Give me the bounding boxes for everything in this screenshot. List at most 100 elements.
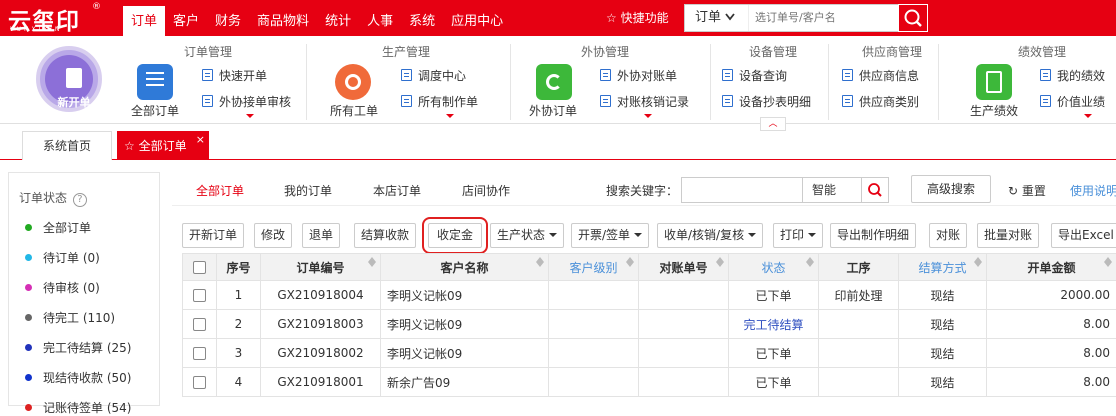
reconcile-record-link[interactable]: 对账核销记录 [600, 93, 689, 111]
subtab-inter-store[interactable]: 店间协作 [462, 182, 510, 199]
dropdown-caret-icon[interactable] [246, 114, 254, 118]
row-checkbox[interactable] [193, 289, 206, 302]
col-header-process[interactable]: 工序 [819, 254, 899, 281]
outsource-statement-link[interactable]: 外协对账单 [600, 67, 677, 85]
dispatch-center-link[interactable]: 调度中心 [401, 67, 466, 85]
table-row[interactable]: 1 GX210918004 李明义记帐09 已下单 印前处理 现结 2000.0… [183, 281, 1116, 310]
all-workorders-label[interactable]: 所有工单 [330, 102, 378, 119]
all-orders-label[interactable]: 全部订单 [131, 102, 179, 119]
row-checkbox[interactable] [193, 376, 206, 389]
cell-status[interactable]: 完工待结算 [729, 310, 819, 339]
tab-home[interactable]: 系统首页 [22, 131, 112, 160]
keyword-search-button[interactable] [861, 177, 889, 203]
receipt-verify-button[interactable]: 收单/核销/复核 [657, 223, 763, 248]
status-pending-review[interactable]: 待审核 (0) [25, 279, 100, 296]
supplier-info-link[interactable]: 供应商信息 [842, 67, 919, 85]
new-order-toolbar-button[interactable]: 开新订单 [182, 223, 244, 248]
subtab-my-orders[interactable]: 我的订单 [284, 182, 332, 199]
global-search-input[interactable] [749, 5, 897, 31]
col-header-customer[interactable]: 客户名称 [381, 254, 549, 281]
advanced-search-button[interactable]: 高级搜索 [911, 175, 991, 203]
tab-all-orders[interactable]: ☆ 全部订单 × [117, 131, 209, 160]
nav-customer[interactable]: 客户 [165, 0, 207, 36]
close-icon[interactable]: × [196, 126, 205, 154]
value-performance-link[interactable]: 价值业绩 [1040, 93, 1105, 111]
collapse-ribbon-button[interactable]: ︿ [760, 117, 786, 131]
dropdown-caret-icon[interactable] [644, 114, 652, 118]
production-performance-icon[interactable] [976, 64, 1012, 100]
global-search-button[interactable] [898, 4, 928, 32]
nav-stats[interactable]: 统计 [317, 0, 359, 36]
col-header-customer-level[interactable]: 客户级别 [549, 254, 639, 281]
status-complete-unsettled[interactable]: 完工待结算 (25) [25, 339, 131, 356]
supplier-category-link[interactable]: 供应商类别 [842, 93, 919, 111]
cell-order-no[interactable]: GX210918004 [261, 281, 381, 310]
edit-button[interactable]: 修改 [254, 223, 292, 248]
sort-icon[interactable] [368, 262, 376, 267]
status-pending-order[interactable]: 待订单 (0) [25, 249, 100, 266]
status-pending-complete[interactable]: 待完工 (110) [25, 309, 115, 326]
outsource-orders-icon[interactable] [536, 64, 572, 100]
col-header-settle[interactable]: 结算方式 [899, 254, 987, 281]
nav-hr[interactable]: 人事 [359, 0, 401, 36]
collect-deposit-button[interactable]: 收定金 [428, 223, 482, 248]
app-logo[interactable]: 云玺印 ® YUNXIYIN [8, 2, 118, 36]
all-production-sheets-link[interactable]: 所有制作单 [401, 93, 478, 111]
col-header-no[interactable]: 序号 [217, 254, 261, 281]
equipment-query-link[interactable]: 设备查询 [722, 67, 787, 85]
meter-reading-detail-link[interactable]: 设备抄表明细 [722, 93, 811, 111]
status-cash-unpaid[interactable]: 现结待收款 (50) [25, 369, 131, 386]
subtab-all-orders[interactable]: 全部订单 [196, 182, 244, 199]
invoice-sign-button[interactable]: 开票/签单 [571, 223, 649, 248]
col-header-order-no[interactable]: 订单编号 [261, 254, 381, 281]
nav-system[interactable]: 系统 [401, 0, 443, 36]
subtab-store-orders[interactable]: 本店订单 [373, 182, 421, 199]
status-all[interactable]: 全部订单 [25, 219, 91, 236]
sort-icon[interactable] [536, 262, 544, 267]
outsource-review-link[interactable]: 外协接单审核 [202, 93, 291, 111]
outsource-orders-label[interactable]: 外协订单 [529, 102, 577, 119]
settle-payment-button[interactable]: 结算收款 [354, 223, 416, 248]
cell-order-no[interactable]: GX210918003 [261, 310, 381, 339]
status-account-unsigned[interactable]: 记账待签单 (54) [25, 399, 131, 416]
reset-button[interactable]: ↻ 重置 [1008, 182, 1046, 199]
table-row[interactable]: 3 GX210918002 李明义记帐09 已下单 现结 8.00 [183, 339, 1116, 368]
quick-order-link[interactable]: 快速开单 [202, 67, 267, 85]
print-button[interactable]: 打印 [773, 223, 823, 248]
cell-order-no[interactable]: GX210918002 [261, 339, 381, 368]
dropdown-caret-icon[interactable] [1084, 114, 1092, 118]
row-checkbox[interactable] [193, 347, 206, 360]
nav-goods[interactable]: 商品物料 [249, 0, 317, 36]
nav-order[interactable]: 订单 [123, 6, 165, 36]
dropdown-caret-icon[interactable] [446, 114, 454, 118]
search-scope-select[interactable]: 订单 [685, 5, 749, 31]
quick-functions[interactable]: ☆ 快捷功能 [606, 0, 669, 36]
table-row[interactable]: 2 GX210918003 李明义记帐09 完工待结算 现结 8.00 [183, 310, 1116, 339]
keyword-scope-select[interactable]: 智能 [802, 177, 862, 203]
sort-icon[interactable] [1104, 262, 1112, 267]
export-production-detail-button[interactable]: 导出制作明细 [830, 223, 916, 248]
cancel-order-button[interactable]: 退单 [302, 223, 340, 248]
reconcile-button[interactable]: 对账 [929, 223, 967, 248]
sort-icon[interactable] [716, 262, 724, 267]
sort-icon[interactable] [974, 262, 982, 267]
help-link[interactable]: 使用说明 [1070, 182, 1116, 199]
col-header-recon-no[interactable]: 对账单号 [639, 254, 729, 281]
col-header-status[interactable]: 状态 [729, 254, 819, 281]
select-all-checkbox[interactable] [193, 261, 206, 274]
help-icon[interactable]: ? [73, 193, 87, 207]
col-header-amount[interactable]: 开单金额 [987, 254, 1116, 281]
nav-app-center[interactable]: 应用中心 [443, 0, 511, 36]
keyword-input[interactable] [681, 177, 803, 203]
new-order-button[interactable]: 新开单 [36, 46, 102, 112]
table-row[interactable]: 4 GX210918001 新余广告09 已下单 现结 8.00 [183, 368, 1116, 397]
export-excel-button[interactable]: 导出Excel [1051, 223, 1116, 248]
production-performance-label[interactable]: 生产绩效 [970, 102, 1018, 119]
sort-icon[interactable] [626, 262, 634, 267]
batch-reconcile-button[interactable]: 批量对账 [977, 223, 1039, 248]
my-performance-link[interactable]: 我的绩效 [1040, 67, 1105, 85]
row-checkbox[interactable] [193, 318, 206, 331]
cell-order-no[interactable]: GX210918001 [261, 368, 381, 397]
production-status-button[interactable]: 生产状态 [490, 223, 564, 248]
sort-icon[interactable] [806, 262, 814, 267]
